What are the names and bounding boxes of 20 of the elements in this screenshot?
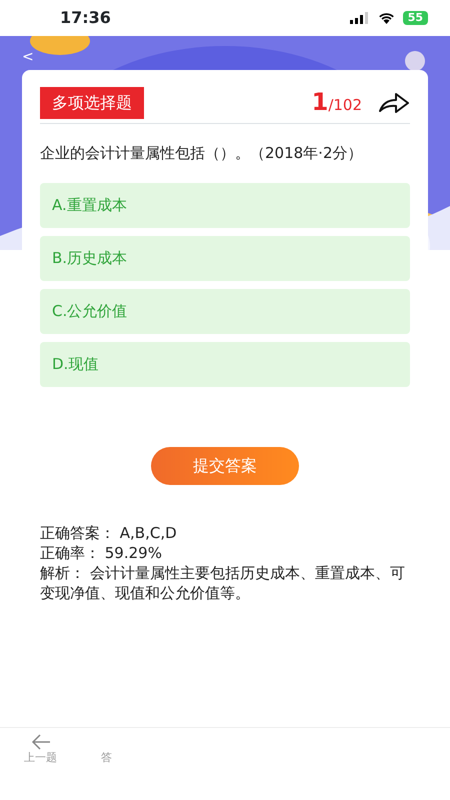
share-button[interactable] [378,90,410,116]
result-text: 正确答案： A,B,C,D [40,522,178,543]
signal-icon [350,12,370,24]
option-button[interactable]: A.重置成本 [40,182,410,228]
submit-button[interactable]: 提交答案 [151,446,299,484]
back-button[interactable]: < [18,50,38,64]
nav-item[interactable]: 上一题 [24,750,57,766]
option-button[interactable]: D.现值 [40,342,410,386]
question-text: 企业的会计计量属性包括（）。（2018年·2分） [40,143,364,164]
option-button[interactable]: C.公允价值 [40,288,410,334]
back-arrow-icon [30,734,50,750]
result-text: 正确率： 59.29% [40,542,163,563]
question-type-tag: 多项选择题 [40,87,144,119]
option-button[interactable]: B.历史成本 [40,236,410,280]
result-text: 解析： 会计计量属性主要包括历史成本、重置成本、可变现净值、现值和公允价值等。 [40,563,406,604]
nav-item[interactable]: 答 [101,750,112,766]
battery-indicator: 55 [402,11,428,25]
question-counter: 1/102 [312,90,362,116]
status-time: 17:36 [60,7,111,29]
wifi-icon [378,12,395,24]
